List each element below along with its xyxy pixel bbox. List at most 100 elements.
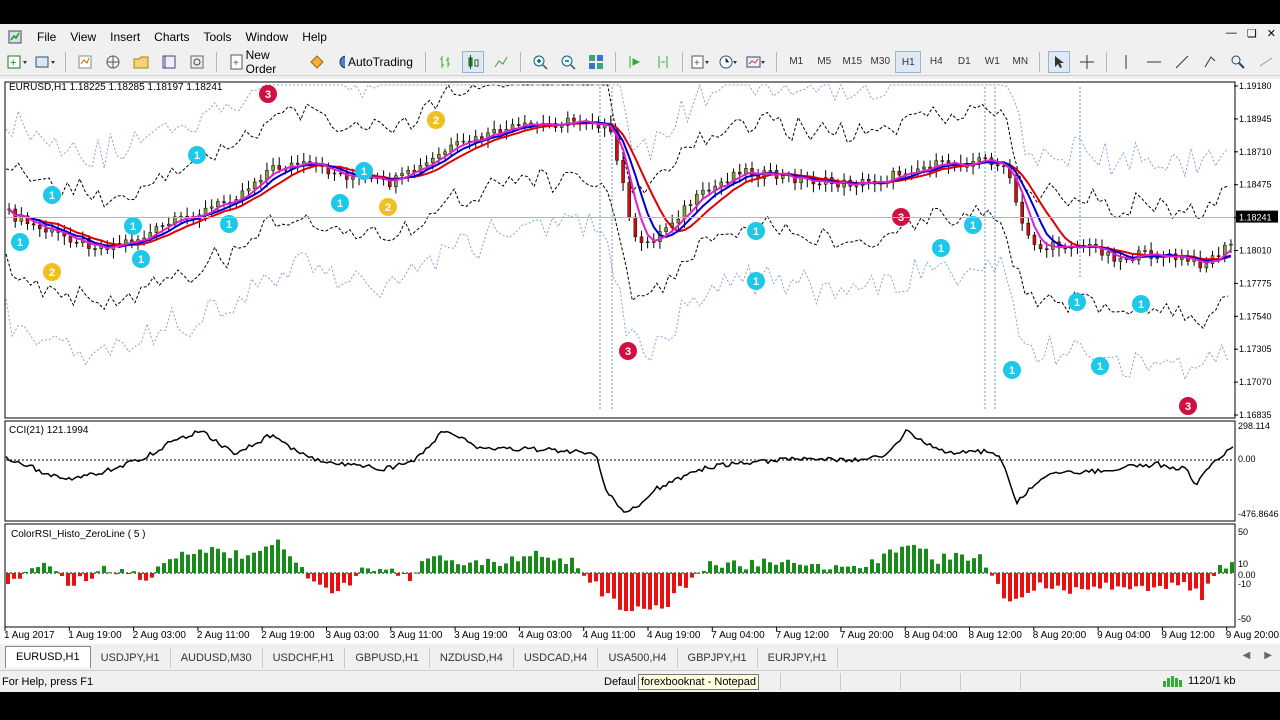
time-axis-label: 2 Aug 11:00	[197, 630, 250, 641]
close-icon[interactable]: ✕	[1267, 27, 1276, 40]
periods-icon[interactable]	[718, 51, 740, 73]
candlestick-icon[interactable]	[461, 51, 484, 73]
bull-candle	[259, 179, 263, 183]
tab-gbpusd-h1[interactable]: GBPUSD,H1	[345, 648, 430, 668]
tab-audusd-m30[interactable]: AUDUSD,M30	[171, 648, 263, 668]
chart-canvas[interactable]: 11211113112231131111113 EURUSD,H1 1.1822…	[0, 79, 1280, 644]
timeframe-m1[interactable]: M1	[783, 51, 809, 73]
rsi-bar-positive	[420, 561, 424, 573]
trendline-icon[interactable]	[1171, 51, 1193, 73]
zoom-in-icon[interactable]	[529, 51, 551, 73]
menu-file[interactable]: File	[30, 26, 63, 48]
tile-windows-icon[interactable]	[585, 51, 607, 73]
bull-candle	[1204, 263, 1209, 269]
rsi-bar-negative	[1134, 573, 1138, 587]
minimize-icon[interactable]: —	[1226, 27, 1237, 40]
menu-view[interactable]: View	[63, 26, 103, 48]
rsi-bar-positive	[576, 568, 580, 573]
tab-usdcad-h4[interactable]: USDCAD,H4	[514, 648, 599, 668]
tab-eurusd-h1[interactable]: EURUSD,H1	[5, 646, 91, 668]
tab-eurjpy-h1[interactable]: EURJPY,H1	[758, 648, 838, 668]
time-axis-label: 1 Aug 2017	[4, 630, 55, 641]
scroll-right-icon[interactable]: ▶	[1264, 650, 1272, 661]
chart-window[interactable]: 11211113112231131111113 EURUSD,H1 1.1822…	[0, 79, 1280, 644]
timeframe-m15[interactable]: M15	[839, 51, 865, 73]
menu-window[interactable]: Window	[239, 26, 296, 48]
templates-icon[interactable]	[746, 51, 768, 73]
bar-chart-icon[interactable]	[434, 51, 456, 73]
profiles-button[interactable]	[35, 51, 57, 73]
rsi-bar-positive	[816, 563, 820, 573]
bull-candle	[1106, 251, 1110, 256]
timeframe-h4[interactable]: H4	[923, 51, 949, 73]
auto-scroll-icon[interactable]	[624, 51, 646, 73]
menu-tools[interactable]: Tools	[197, 26, 239, 48]
chart-shift-icon[interactable]	[652, 51, 674, 73]
tab-gbpjpy-h1[interactable]: GBPJPY,H1	[678, 648, 758, 668]
rsi-bar-positive	[480, 565, 484, 573]
bottom-black-strip	[0, 692, 1280, 720]
indicators-icon[interactable]: +	[690, 51, 712, 73]
tab-usdchf-h1[interactable]: USDCHF,H1	[263, 648, 346, 668]
terminal-icon[interactable]	[158, 51, 180, 73]
timeframe-m5[interactable]: M5	[811, 51, 837, 73]
menu-help[interactable]: Help	[295, 26, 334, 48]
text-tool-icon[interactable]	[1255, 51, 1277, 73]
tab-usdjpy-h1[interactable]: USDJPY,H1	[91, 648, 171, 668]
rsi-bar-positive	[444, 560, 448, 573]
timeframe-d1[interactable]: D1	[951, 51, 977, 73]
time-axis-label: 4 Aug 11:00	[583, 630, 636, 641]
line-chart-icon[interactable]	[490, 51, 512, 73]
metaeditor-icon[interactable]	[306, 51, 328, 73]
bear-candle	[983, 157, 988, 160]
bull-candle	[492, 129, 496, 134]
cursor-icon[interactable]	[1048, 51, 1071, 73]
autotrading-button[interactable]: AutoTrading	[334, 51, 417, 73]
rsi-bar-positive	[162, 563, 166, 573]
bear-candle	[1063, 247, 1067, 250]
tab-nzdusd-h4[interactable]: NZDUSD,H4	[430, 648, 514, 668]
draw-tool-icon[interactable]	[1199, 51, 1221, 73]
rsi-bar-positive	[720, 567, 724, 573]
rsi-bar-negative	[1080, 573, 1084, 590]
rsi-bar-negative	[1062, 573, 1066, 591]
rsi-bar-positive	[228, 558, 232, 573]
restore-icon[interactable]: ❏	[1247, 27, 1257, 40]
new-order-label: New Order	[245, 48, 277, 76]
search-icon[interactable]	[1227, 51, 1249, 73]
menu-charts[interactable]: Charts	[147, 26, 196, 48]
cci-axis-label: 0.00	[1238, 454, 1256, 464]
rsi-bar-negative	[1026, 573, 1030, 593]
time-axis-label: 8 Aug 04:00	[904, 630, 958, 641]
timeframe-h1[interactable]: H1	[895, 51, 922, 73]
rsi-bar-negative	[324, 573, 328, 588]
rsi-bar-negative	[1194, 573, 1198, 589]
tab-usa500-h4[interactable]: USA500,H4	[598, 648, 678, 668]
bull-candle	[701, 189, 705, 195]
data-window-icon[interactable]	[102, 51, 124, 73]
market-watch-icon[interactable]	[74, 51, 96, 73]
new-chart-button[interactable]: +	[7, 51, 29, 73]
zoom-out-icon[interactable]	[557, 51, 579, 73]
new-order-button[interactable]: + New Order	[225, 48, 300, 76]
vertical-line-icon[interactable]	[1115, 51, 1137, 73]
timeframe-m30[interactable]: M30	[867, 51, 893, 73]
cci-title: CCI(21) 121.1994	[9, 425, 89, 436]
rsi-bar-positive	[804, 565, 808, 573]
scroll-left-icon[interactable]: ◀	[1243, 650, 1251, 661]
strategy-tester-icon[interactable]	[186, 51, 208, 73]
rsi-bar-positive	[42, 562, 46, 573]
horizontal-line-icon[interactable]	[1143, 51, 1165, 73]
menu-insert[interactable]: Insert	[103, 26, 147, 48]
rsi-bar-positive	[462, 565, 466, 573]
rsi-bar-negative	[1020, 573, 1024, 598]
timeframe-w1[interactable]: W1	[979, 51, 1005, 73]
rsi-bar-negative	[678, 573, 682, 587]
rsi-bar-negative	[606, 573, 610, 594]
rsi-bar-positive	[924, 548, 928, 573]
signal-marker-label: 1	[1009, 365, 1015, 377]
crosshair-icon[interactable]	[1076, 51, 1098, 73]
current-price-label: 1.18241	[1239, 213, 1272, 223]
navigator-icon[interactable]	[130, 51, 152, 73]
timeframe-mn[interactable]: MN	[1007, 51, 1033, 73]
